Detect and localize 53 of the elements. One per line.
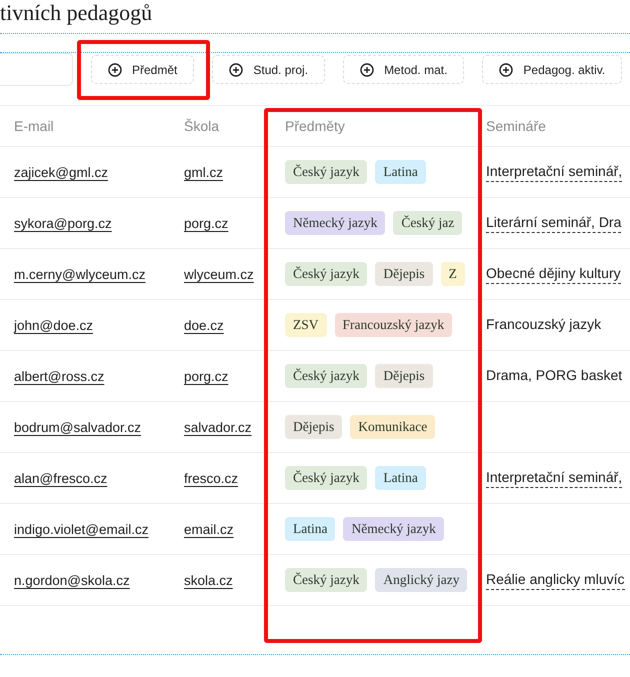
subject-tag: Český jazyk	[285, 262, 368, 286]
school-link[interactable]: salvador.cz	[184, 420, 252, 434]
subject-tag: Český jazyk	[285, 364, 368, 388]
seminar-text: Francouzský jazyk	[486, 316, 602, 334]
subject-tag: Latina	[375, 466, 426, 490]
email-link[interactable]: bodrum@salvador.cz	[14, 420, 142, 434]
subject-tag: Anglický jazy	[375, 568, 468, 592]
email-link[interactable]: alan@fresco.cz	[14, 470, 108, 486]
subject-tag: Český jazyk	[285, 466, 368, 490]
school-link[interactable]: wlyceum.cz	[184, 266, 254, 282]
subject-tag: Německý jazyk	[285, 211, 386, 235]
school-link[interactable]: skola.cz	[184, 572, 233, 588]
subject-tag: Dějepis	[375, 364, 433, 388]
school-link[interactable]: fresco.cz	[184, 470, 238, 486]
subject-tag: Český jaz	[393, 211, 462, 235]
email-link[interactable]: sykora@porg.cz	[14, 216, 112, 230]
school-link[interactable]: porg.cz	[184, 216, 228, 230]
plus-circle-icon	[108, 62, 122, 76]
subject-tag: Dějepis	[375, 262, 433, 286]
school-link[interactable]: doe.cz	[184, 318, 224, 332]
add-button[interactable]: Pedagog. aktiv.	[482, 55, 622, 84]
subject-tag: Komunikace	[350, 415, 436, 439]
page-title: tivních pedagogů	[0, 0, 154, 26]
subject-tag: Český jazyk	[285, 160, 368, 184]
email-link[interactable]: m.cerny@wlyceum.cz	[14, 266, 146, 282]
subject-tag: Latina	[375, 160, 426, 184]
subject-tag: Francouzský jazyk	[334, 313, 452, 337]
plus-circle-icon	[360, 62, 374, 76]
seminar-text[interactable]: Reálie anglicky mluvíc	[486, 570, 624, 590]
subject-tag: Německý jazyk	[343, 517, 444, 541]
plus-circle-icon	[229, 62, 244, 76]
school-link[interactable]: gml.cz	[184, 164, 224, 180]
add-button[interactable]: Předmět	[91, 55, 194, 84]
seminar-text[interactable]: Obecné dějiny kultury	[486, 264, 621, 284]
email-link[interactable]: albert@ross.cz	[14, 368, 104, 384]
seminar-text[interactable]: Interpretační seminář,	[486, 162, 622, 182]
seminar-text: Drama, PORG basket	[486, 367, 622, 385]
subject-tag: Latina	[285, 517, 336, 541]
seminar-text[interactable]: Literární seminář, Dra	[486, 214, 622, 232]
plus-circle-icon	[499, 62, 514, 76]
subject-tag: Z	[440, 262, 465, 286]
email-link[interactable]: zajicek@gml.cz	[14, 164, 108, 180]
seminar-text[interactable]: Interpretační seminář,	[486, 468, 622, 488]
email-link[interactable]: n.gordon@skola.cz	[14, 572, 130, 588]
add-button[interactable]: Stud. proj.	[212, 55, 326, 84]
subject-tag: ZSV	[285, 313, 327, 337]
school-link[interactable]: email.cz	[184, 522, 234, 536]
email-link[interactable]: indigo.violet@email.cz	[14, 522, 149, 536]
add-button[interactable]: Metod. mat.	[343, 55, 464, 84]
subject-tag: Dějepis	[285, 415, 342, 439]
email-link[interactable]: john@doe.cz	[14, 318, 94, 332]
school-link[interactable]: porg.cz	[184, 368, 228, 384]
subject-tag: Český jazyk	[285, 568, 368, 592]
